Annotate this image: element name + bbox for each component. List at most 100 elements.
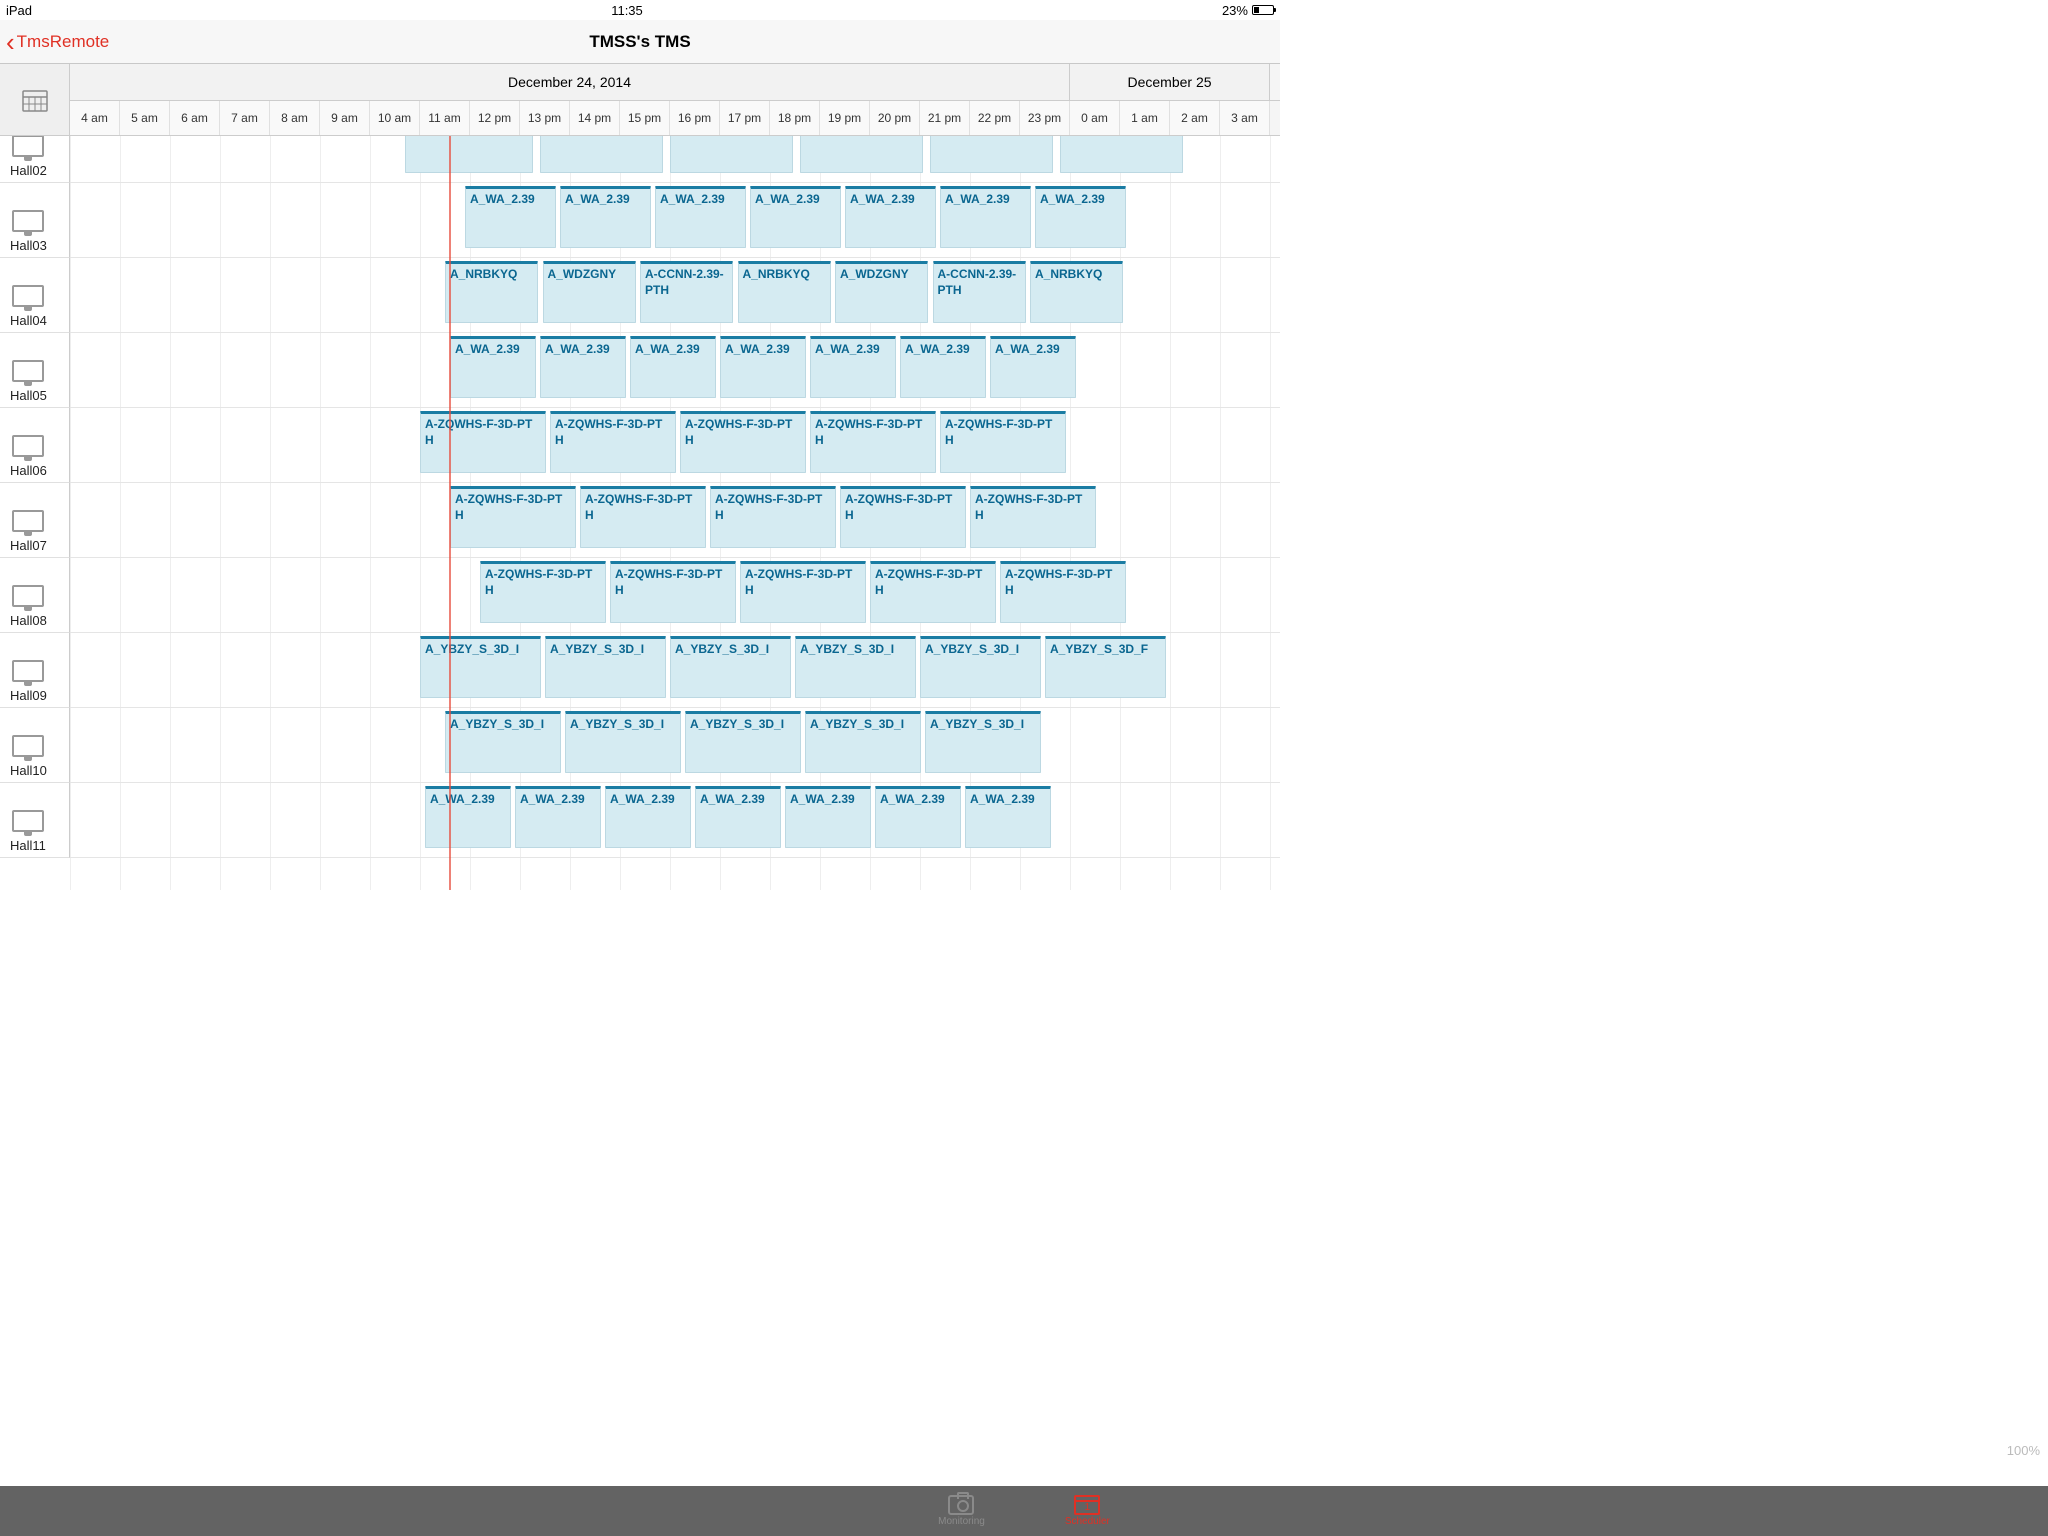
schedule-event[interactable]: A_WA_2.39 xyxy=(425,786,511,848)
schedule-event[interactable]: A_WA_2.39 xyxy=(965,786,1051,848)
schedule-event[interactable]: A_NRBKYQ xyxy=(1030,261,1123,323)
hour-header: 18 pm xyxy=(770,101,820,135)
hall-cell[interactable]: Hall06 xyxy=(0,408,70,483)
calendar-button[interactable] xyxy=(0,64,70,136)
schedule-event[interactable]: A_WA_2.39 xyxy=(540,336,626,398)
schedule-event[interactable]: A-ZQWHS-F-3D-PTH xyxy=(610,561,736,623)
schedule-event[interactable]: A_WA_2.39 xyxy=(810,336,896,398)
schedule-event[interactable]: A_WDZGNY xyxy=(835,261,928,323)
schedule-event[interactable]: A_WA_2.39 xyxy=(900,336,986,398)
event-label: A_WA_2.39 xyxy=(565,192,646,208)
schedule-event[interactable]: A-CCNN-2.39-PTH xyxy=(640,261,733,323)
schedule-event[interactable]: A-ZQWHS-F-3D-PTH xyxy=(450,486,576,548)
hall-cell[interactable]: Hall11 xyxy=(0,783,70,858)
schedule-event[interactable]: A_WA_2.39 xyxy=(695,786,781,848)
schedule-event[interactable]: A_YBZY_S_3D_I xyxy=(920,636,1041,698)
schedule-event[interactable]: A_WA_2.39 xyxy=(560,186,651,248)
schedule-event[interactable]: A_YBZY_S_3D_I xyxy=(795,636,916,698)
schedule-event[interactable]: A-ZQWHS-F-3D-PTH xyxy=(480,561,606,623)
schedule-event[interactable]: A_YBZY_S_3D_I xyxy=(805,711,921,773)
hall-cell[interactable]: Hall08 xyxy=(0,558,70,633)
hall-cell[interactable]: Hall02 xyxy=(0,136,70,183)
event-label: A-ZQWHS-F-3D-PTH xyxy=(485,567,601,598)
event-label: A_YBZY_S_3D_I xyxy=(570,717,676,733)
timeline-row: A_YBZY_S_3D_I A_YBZY_S_3D_I A_YBZY_S_3D_I A… xyxy=(70,708,1280,783)
tab-scheduler[interactable]: Scheduler xyxy=(1065,1495,1110,1527)
schedule-event[interactable]: A-ZQWHS-F-3D-PTH xyxy=(870,561,996,623)
back-button[interactable]: ‹ TmsRemote xyxy=(0,29,109,55)
schedule-event[interactable] xyxy=(1060,136,1183,173)
event-label: A-ZQWHS-F-3D-PTH xyxy=(975,492,1091,523)
hour-header: 5 am xyxy=(120,101,170,135)
schedule-event[interactable]: A_YBZY_S_3D_I xyxy=(445,711,561,773)
hall-cell[interactable]: Hall10 xyxy=(0,708,70,783)
event-label: A_WA_2.39 xyxy=(755,192,836,208)
tab-monitoring[interactable]: Monitoring xyxy=(938,1495,985,1527)
schedule-event[interactable] xyxy=(670,136,793,173)
monitor-icon xyxy=(12,735,44,757)
event-label: A_WA_2.39 xyxy=(1040,192,1121,208)
hour-header: 22 pm xyxy=(970,101,1020,135)
schedule-event[interactable]: A_WA_2.39 xyxy=(785,786,871,848)
schedule-event[interactable]: A_WA_2.39 xyxy=(990,336,1076,398)
schedule-event[interactable]: A_NRBKYQ xyxy=(738,261,831,323)
schedule-event[interactable]: PTH xyxy=(405,136,533,173)
event-label: A_NRBKYQ xyxy=(450,267,533,283)
schedule-event[interactable]: A-ZQWHS-F-3D-PTH xyxy=(970,486,1096,548)
schedule-event[interactable]: A_WA_2.39 xyxy=(630,336,716,398)
hall-cell[interactable]: Hall09 xyxy=(0,633,70,708)
schedule-event[interactable]: A_WA_2.39 xyxy=(1035,186,1126,248)
schedule-event[interactable]: A_WA_2.39 xyxy=(465,186,556,248)
schedule-event[interactable]: A-ZQWHS-F-3D-PTH xyxy=(940,411,1066,473)
hall-cell[interactable]: Hall05 xyxy=(0,333,70,408)
hour-header: 20 pm xyxy=(870,101,920,135)
schedule-event[interactable]: A_WA_2.39 xyxy=(720,336,806,398)
schedule-event[interactable]: A_YBZY_S_3D_I xyxy=(420,636,541,698)
schedule-event[interactable]: A_YBZY_S_3D_I xyxy=(685,711,801,773)
schedule-event[interactable]: A_WA_2.39 xyxy=(450,336,536,398)
hall-cell[interactable]: Hall07 xyxy=(0,483,70,558)
schedule-event[interactable]: A-ZQWHS-F-3D-PTH xyxy=(740,561,866,623)
schedule-event[interactable]: A-ZQWHS-F-3D-PTH xyxy=(550,411,676,473)
schedule-event[interactable]: PTH xyxy=(540,136,663,173)
schedule-event[interactable]: A_WA_2.39 xyxy=(515,786,601,848)
schedule-event[interactable]: A-ZQWHS-F-3D-PTH xyxy=(810,411,936,473)
schedule-event[interactable]: A-ZQWHS-F-3D-PTH xyxy=(680,411,806,473)
schedule-event[interactable]: A-CCNN-2.39-PTH xyxy=(933,261,1026,323)
schedule-event[interactable]: A_WA_2.39 xyxy=(875,786,961,848)
event-label: A_WA_2.39 xyxy=(725,342,801,358)
schedule-event[interactable]: A_NRBKYQ xyxy=(445,261,538,323)
schedule-event[interactable]: A_WA_2.39 xyxy=(655,186,746,248)
event-label: A_YBZY_S_3D_I xyxy=(800,642,911,658)
event-label: A-ZQWHS-F-3D-PTH xyxy=(815,417,931,448)
timeline-row: A-ZQWHS-F-3D-PTHA-ZQWHS-F-3D-PTHA-ZQWHS-… xyxy=(70,408,1280,483)
schedule-event[interactable]: A-ZQWHS-F-3D-PTH xyxy=(840,486,966,548)
hall-cell[interactable]: Hall04 xyxy=(0,258,70,333)
schedule-event[interactable]: A_WDZGNY xyxy=(543,261,636,323)
hall-cell[interactable]: Hall03 xyxy=(0,183,70,258)
chevron-left-icon: ‹ xyxy=(6,29,15,55)
schedule-event[interactable]: A-ZQWHS-F-3D-PTH xyxy=(420,411,546,473)
schedule-event[interactable] xyxy=(930,136,1053,173)
schedule-event[interactable]: A_YBZY_S_3D_I xyxy=(565,711,681,773)
schedule-event[interactable]: A_YBZY_S_3D_F xyxy=(1045,636,1166,698)
schedule-event[interactable]: A-ZQWHS-F-3D-PTH xyxy=(1000,561,1126,623)
schedule-event[interactable]: A_YBZY_S_3D_I xyxy=(670,636,791,698)
schedule-event[interactable]: A_WA_2.39 xyxy=(940,186,1031,248)
scheduler-body[interactable]: Hall02Hall03Hall04Hall05Hall06Hall07Hall… xyxy=(0,136,1280,890)
schedule-event[interactable]: A-ZQWHS-F-3D-PTH xyxy=(580,486,706,548)
schedule-event[interactable] xyxy=(800,136,923,173)
event-label: A_NRBKYQ xyxy=(1035,267,1118,283)
schedule-event[interactable]: A_YBZY_S_3D_I xyxy=(545,636,666,698)
event-label: A_YBZY_S_3D_I xyxy=(450,717,556,733)
schedule-event[interactable]: A_WA_2.39 xyxy=(605,786,691,848)
battery-pct: 23% xyxy=(1222,3,1248,18)
schedule-event[interactable]: A-ZQWHS-F-3D-PTH xyxy=(710,486,836,548)
schedule-event[interactable]: A_WA_2.39 xyxy=(845,186,936,248)
event-label: A-CCNN-2.39-PTH xyxy=(938,267,1021,298)
schedule-event[interactable]: A_WA_2.39 xyxy=(750,186,841,248)
scheduler-header: December 24, 2014December 25 4 am5 am6 a… xyxy=(0,64,1280,136)
schedule-event[interactable]: A_YBZY_S_3D_I xyxy=(925,711,1041,773)
hall-label: Hall06 xyxy=(10,463,47,478)
event-label: A_YBZY_S_3D_I xyxy=(810,717,916,733)
